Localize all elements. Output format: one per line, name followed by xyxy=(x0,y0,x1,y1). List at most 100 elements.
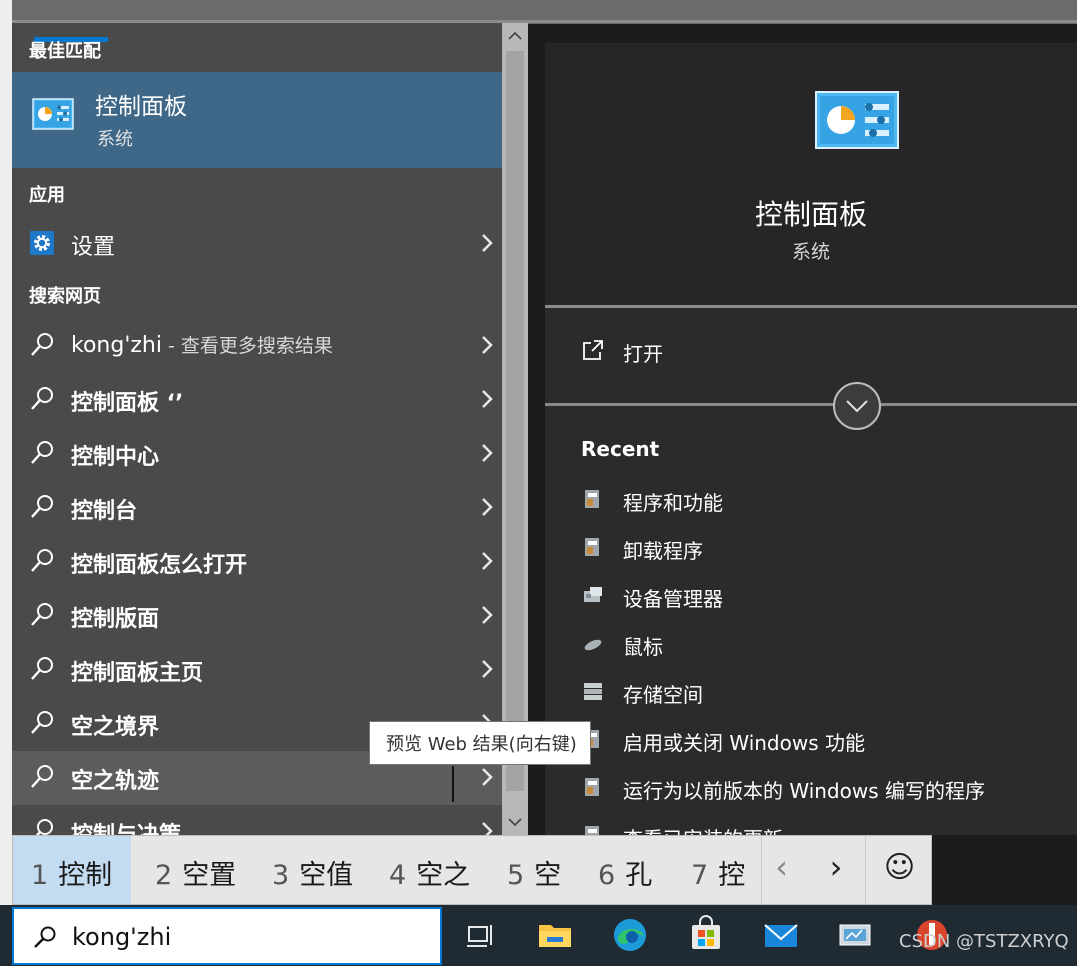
web-result-row[interactable]: kong'zhi - 查看更多搜索结果 xyxy=(12,319,502,373)
open-action[interactable]: 打开 xyxy=(545,308,1077,404)
web-result-label: 空之境界 xyxy=(71,715,160,740)
ime-candidate[interactable]: 4 空之 xyxy=(371,836,483,904)
search-icon xyxy=(31,333,53,356)
best-match-subtitle: 系统 xyxy=(97,129,133,150)
ime-candidate-text: 空 xyxy=(534,860,562,891)
chevron-right-icon[interactable] xyxy=(479,819,495,835)
preview-title: 控制面板 xyxy=(754,198,867,231)
search-icon xyxy=(31,657,53,680)
chevron-right-icon[interactable] xyxy=(479,387,495,411)
web-result-row[interactable]: 控制台 xyxy=(12,481,502,535)
open-label: 打开 xyxy=(623,342,663,366)
recent-item[interactable]: 存储空间 xyxy=(581,675,1061,715)
device-manager-icon xyxy=(584,587,602,602)
divider xyxy=(545,403,1077,406)
text-cursor xyxy=(452,766,454,802)
recent-item-label: 设备管理器 xyxy=(623,587,723,611)
ime-candidate-number: 4 xyxy=(389,860,407,891)
taskbar-search-box[interactable]: kong'zhi xyxy=(12,907,442,965)
open-external-icon xyxy=(583,340,603,360)
ime-candidate-text: 控 xyxy=(718,860,746,891)
storage-icon xyxy=(584,683,602,700)
best-match-title: 控制面板 xyxy=(95,94,187,120)
ime-candidate[interactable]: 2 空置 xyxy=(137,836,249,904)
apps-heading: 应用 xyxy=(29,185,65,206)
recent-item[interactable]: 运行为以前版本的 Windows 编写的程序 xyxy=(581,771,1061,811)
recent-item[interactable]: 设备管理器 xyxy=(581,579,1061,619)
ime-candidate[interactable]: 7控 xyxy=(673,836,759,904)
ime-candidate[interactable]: 3 空值 xyxy=(254,836,366,904)
chevron-left-icon: ‹ xyxy=(775,848,788,886)
web-result-row[interactable]: 控制面板主页 xyxy=(12,643,502,697)
ime-candidate-bar: 1 控制 2 空置 3 空值 4 空之 5 空 6 孔 7 控 ‹ › ☺ xyxy=(12,835,932,905)
ime-candidate[interactable]: 1 控制 xyxy=(13,836,131,904)
scroll-thumb[interactable] xyxy=(506,51,524,791)
best-match-result[interactable]: 控制面板 系统 xyxy=(12,72,502,168)
scroll-up-button[interactable] xyxy=(502,23,528,49)
preview-web-tooltip: 预览 Web 结果(向右键) xyxy=(369,721,591,765)
chevron-right-icon[interactable] xyxy=(479,549,495,573)
recent-item-label: 查看已安装的更新 xyxy=(623,823,783,835)
web-result-row[interactable]: 控制与决策 xyxy=(12,805,502,835)
settings-gear-icon xyxy=(30,231,54,255)
watermark: CSDN @TSTZXRYQ xyxy=(899,931,1069,952)
app-result-settings[interactable]: 设置 xyxy=(12,217,502,271)
chevron-right-icon[interactable] xyxy=(479,441,495,465)
ime-candidate-number: 6 xyxy=(598,860,616,891)
ime-emoji-button[interactable]: ☺ xyxy=(865,836,933,904)
web-result-label: 控制面板 ‘’ xyxy=(71,391,184,416)
search-icon xyxy=(31,765,53,788)
recent-item-label: 运行为以前版本的 Windows 编写的程序 xyxy=(623,779,985,803)
preview-subtitle: 系统 xyxy=(791,241,830,263)
search-icon xyxy=(31,549,53,572)
programs-icon xyxy=(585,538,599,556)
web-result-row[interactable]: 控制面板怎么打开 xyxy=(12,535,502,589)
chevron-right-icon[interactable] xyxy=(479,333,495,357)
microsoft-store-icon[interactable] xyxy=(686,915,726,955)
result-preview-panel: 控制面板 系统 打开 Recent 程序和功能 卸载程序 设备管理器 鼠标 存储空间 启用… xyxy=(545,43,1077,835)
web-search-heading: 搜索网页 xyxy=(29,286,101,307)
ime-candidate[interactable]: 5空 xyxy=(489,836,575,904)
chevron-right-icon[interactable] xyxy=(479,603,495,627)
best-match-heading: 最佳匹配 xyxy=(29,41,101,62)
recent-item-label: 鼠标 xyxy=(623,635,663,659)
ime-prev-page-button[interactable]: ‹ xyxy=(761,836,801,904)
scroll-down-button[interactable] xyxy=(502,809,528,835)
ime-next-page-button[interactable]: › xyxy=(816,836,856,904)
app-result-label: 设置 xyxy=(71,235,116,260)
recent-item-label: 程序和功能 xyxy=(623,491,723,515)
web-result-label: 空之轨迹 xyxy=(71,769,160,794)
task-view-icon[interactable] xyxy=(460,915,500,955)
web-result-row[interactable]: 控制面板 ‘’ xyxy=(12,373,502,427)
search-icon xyxy=(31,441,53,464)
results-scrollbar[interactable] xyxy=(502,23,528,835)
recent-item[interactable]: 查看已安装的更新 xyxy=(581,819,1061,835)
web-result-label: 控制台 xyxy=(71,499,138,524)
mail-icon[interactable] xyxy=(761,915,801,955)
control-panel-icon xyxy=(32,98,74,130)
ime-candidate-number: 7 xyxy=(691,860,709,891)
search-icon xyxy=(31,603,53,626)
chevron-right-icon[interactable] xyxy=(479,495,495,519)
chevron-right-icon[interactable] xyxy=(479,231,495,255)
chevron-right-icon[interactable] xyxy=(479,657,495,681)
web-result-label: 控制面板怎么打开 xyxy=(71,553,248,578)
web-result-row[interactable]: 控制版面 xyxy=(12,589,502,643)
ime-candidate[interactable]: 6孔 xyxy=(580,836,668,904)
chevron-down-icon xyxy=(846,400,868,413)
web-result-row[interactable]: 控制中心 xyxy=(12,427,502,481)
file-explorer-icon[interactable] xyxy=(535,915,575,955)
control-panel-taskbar-icon[interactable] xyxy=(836,915,876,955)
expand-button[interactable] xyxy=(833,382,881,430)
control-panel-large-icon xyxy=(815,91,899,149)
chevron-right-icon[interactable] xyxy=(479,765,495,789)
recent-item[interactable]: 启用或关闭 Windows 功能 xyxy=(581,723,1061,763)
recent-item[interactable]: 鼠标 xyxy=(581,627,1061,667)
ime-candidate-text: 空之 xyxy=(416,860,471,891)
recent-item-label: 启用或关闭 Windows 功能 xyxy=(623,731,865,755)
recent-item[interactable]: 卸载程序 xyxy=(581,531,1061,571)
search-input[interactable]: kong'zhi xyxy=(72,923,171,951)
search-icon xyxy=(31,495,53,518)
edge-browser-icon[interactable] xyxy=(610,915,650,955)
recent-item[interactable]: 程序和功能 xyxy=(581,483,1061,523)
